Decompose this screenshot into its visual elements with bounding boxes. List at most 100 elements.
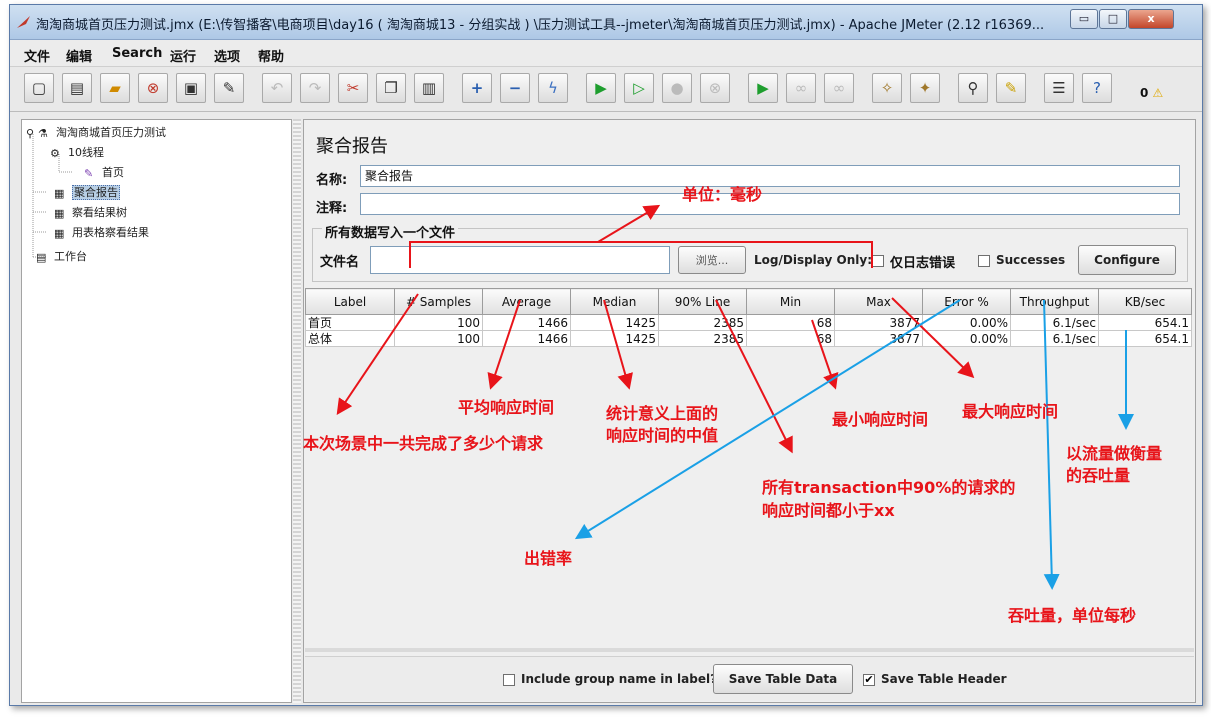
tree-node-aggregate-report[interactable]: ▦ 聚合报告 bbox=[54, 184, 120, 200]
tree-node-thread-group[interactable]: ⚙ 10线程 bbox=[50, 144, 104, 160]
test-plan-tree[interactable]: ⚲ ⚗ 淘淘商城首页压力测试 ⚙ 10线程 ✎ 首页 ▦ 聚合报告 ▦ 察看结果树 ▦ 用表格… bbox=[21, 119, 292, 703]
col-header-median[interactable]: Median bbox=[570, 288, 659, 315]
listener-icon: ▦ bbox=[54, 207, 65, 220]
cell-median: 1425 bbox=[570, 330, 659, 347]
tree-node-workbench[interactable]: ▤ 工作台 bbox=[36, 248, 87, 264]
menu-options[interactable]: 选项 bbox=[214, 46, 240, 65]
name-field[interactable]: 聚合报告 bbox=[360, 165, 1180, 187]
cell-kb-sec: 654.1 bbox=[1098, 330, 1192, 347]
undo-icon[interactable]: ↶ bbox=[262, 73, 292, 103]
menu-help[interactable]: 帮助 bbox=[258, 46, 284, 65]
tree-node-label: 首页 bbox=[102, 166, 124, 179]
stop-icon[interactable]: ● bbox=[662, 73, 692, 103]
menu-bar: 文件 编辑 Search 运行 选项 帮助 bbox=[10, 40, 1202, 67]
toolbar: ▢ ▤ ▰ ⊗ ▣ ✎ ↶ ↷ ✂ ❐ ▥ + − ϟ ▶ ▷ ● ⊗ ▶ ∞ … bbox=[10, 67, 1202, 112]
save-icon[interactable]: ▣ bbox=[176, 73, 206, 103]
cell-throughput: 6.1/sec bbox=[1010, 330, 1099, 347]
successes-checkbox[interactable] bbox=[978, 255, 990, 267]
tree-node-view-results-tree[interactable]: ▦ 察看结果树 bbox=[54, 204, 127, 220]
errors-only-label: 仅日志错误 bbox=[890, 256, 956, 271]
table-scrollbar[interactable] bbox=[305, 648, 1194, 652]
expand-toggle-icon[interactable]: ⚲ bbox=[26, 127, 34, 140]
cut-icon[interactable]: ✂ bbox=[338, 73, 368, 103]
save-table-data-button[interactable]: Save Table Data bbox=[713, 664, 853, 694]
toggle-icon[interactable]: ϟ bbox=[538, 73, 568, 103]
cell-error: 0.00% bbox=[922, 330, 1011, 347]
jmeter-window: 淘淘商城首页压力测试.jmx (E:\传智播客\电商项目\day16 ( 淘淘商… bbox=[9, 4, 1203, 706]
function-helper-icon[interactable]: ☰ bbox=[1044, 73, 1074, 103]
col-header-min[interactable]: Min bbox=[746, 288, 835, 315]
expand-icon[interactable]: + bbox=[462, 73, 492, 103]
start-no-pause-icon[interactable]: ▷ bbox=[624, 73, 654, 103]
bottom-bar: Include group name in label? Save Table … bbox=[305, 656, 1194, 701]
save-table-header-checkbox[interactable]: ✔ bbox=[863, 674, 875, 686]
title-bar: 淘淘商城首页压力测试.jmx (E:\传智播客\电商项目\day16 ( 淘淘商… bbox=[10, 5, 1202, 40]
warning-count: 0 bbox=[1140, 86, 1149, 100]
errors-only-checkbox[interactable] bbox=[872, 255, 884, 267]
menu-search[interactable]: Search bbox=[112, 46, 162, 61]
remote-start-icon[interactable]: ▶ bbox=[748, 73, 778, 103]
remote-stop-icon[interactable]: ∞ bbox=[786, 73, 816, 103]
filename-field[interactable] bbox=[370, 246, 670, 274]
remote-exit-icon[interactable]: ∞ bbox=[824, 73, 854, 103]
split-pane-divider[interactable] bbox=[293, 119, 301, 703]
annotation-90line-1: 所有transaction中90%的请求的 bbox=[762, 478, 1016, 497]
menu-run[interactable]: 运行 bbox=[170, 46, 196, 65]
open-icon[interactable]: ▰ bbox=[100, 73, 130, 103]
new-icon[interactable]: ▢ bbox=[24, 73, 54, 103]
redo-icon[interactable]: ↷ bbox=[300, 73, 330, 103]
include-group-checkbox[interactable] bbox=[503, 674, 515, 686]
save-as-icon[interactable]: ✎ bbox=[214, 73, 244, 103]
tree-node-label: 聚合报告 bbox=[72, 185, 120, 200]
start-icon[interactable]: ▶ bbox=[586, 73, 616, 103]
cell-min: 68 bbox=[746, 330, 835, 347]
col-header-label[interactable]: Label bbox=[305, 288, 395, 315]
comment-label: 注释: bbox=[316, 201, 348, 216]
maximize-button[interactable]: □ bbox=[1099, 9, 1127, 29]
tree-node-test-plan[interactable]: ⚲ ⚗ 淘淘商城首页压力测试 bbox=[26, 124, 166, 140]
table-header-row: Label # Samples Average Median 90% Line … bbox=[305, 288, 1192, 315]
col-header-average[interactable]: Average bbox=[482, 288, 571, 315]
col-header-kb-sec[interactable]: KB/sec bbox=[1098, 288, 1192, 315]
collapse-icon[interactable]: − bbox=[500, 73, 530, 103]
shutdown-icon[interactable]: ⊗ bbox=[700, 73, 730, 103]
jmeter-feather-icon bbox=[17, 16, 30, 28]
clear-all-icon[interactable]: ✦ bbox=[910, 73, 940, 103]
configure-button[interactable]: Configure bbox=[1078, 245, 1176, 275]
col-header-throughput[interactable]: Throughput bbox=[1010, 288, 1099, 315]
help-icon[interactable]: ? bbox=[1082, 73, 1112, 103]
browse-button[interactable]: 浏览... bbox=[678, 246, 746, 274]
col-header-max[interactable]: Max bbox=[834, 288, 923, 315]
menu-file[interactable]: 文件 bbox=[24, 46, 50, 65]
close-button[interactable]: x bbox=[1128, 9, 1174, 29]
templates-icon[interactable]: ▤ bbox=[62, 73, 92, 103]
http-sampler-icon: ✎ bbox=[84, 167, 94, 180]
cell-average: 1466 bbox=[482, 314, 571, 331]
col-header-error[interactable]: Error % bbox=[922, 288, 1011, 315]
col-header-90-line[interactable]: 90% Line bbox=[658, 288, 747, 315]
close-file-icon[interactable]: ⊗ bbox=[138, 73, 168, 103]
search-icon[interactable]: ⚲ bbox=[958, 73, 988, 103]
paste-icon[interactable]: ▥ bbox=[414, 73, 444, 103]
reset-search-icon[interactable]: ✎ bbox=[996, 73, 1026, 103]
cell-samples: 100 bbox=[394, 314, 483, 331]
clear-icon[interactable]: ✧ bbox=[872, 73, 902, 103]
annotation-median-2: 响应时间的中值 bbox=[606, 426, 719, 445]
test-plan-icon: ⚗ bbox=[38, 127, 48, 140]
cell-90-line: 2385 bbox=[658, 330, 747, 347]
include-group-label: Include group name in label? bbox=[521, 672, 718, 686]
table-row[interactable]: 总体 100 1466 1425 2385 68 3877 0.00% 6.1/… bbox=[305, 330, 1192, 347]
thread-group-icon: ⚙ bbox=[50, 147, 60, 160]
cell-samples: 100 bbox=[394, 330, 483, 347]
warning-indicator[interactable]: 0 ⚠ bbox=[1140, 86, 1163, 100]
copy-icon[interactable]: ❐ bbox=[376, 73, 406, 103]
tree-node-view-results-table[interactable]: ▦ 用表格察看结果 bbox=[54, 224, 149, 240]
panel-title: 聚合报告 bbox=[316, 136, 388, 157]
tree-node-http-sampler[interactable]: ✎ 首页 bbox=[84, 164, 124, 180]
minimize-button[interactable]: ▭ bbox=[1070, 9, 1098, 29]
table-row[interactable]: 首页 100 1466 1425 2385 68 3877 0.00% 6.1/… bbox=[305, 314, 1192, 331]
col-header-samples[interactable]: # Samples bbox=[394, 288, 483, 315]
cell-90-line: 2385 bbox=[658, 314, 747, 331]
comment-field[interactable] bbox=[360, 193, 1180, 215]
menu-edit[interactable]: 编辑 bbox=[66, 46, 92, 65]
